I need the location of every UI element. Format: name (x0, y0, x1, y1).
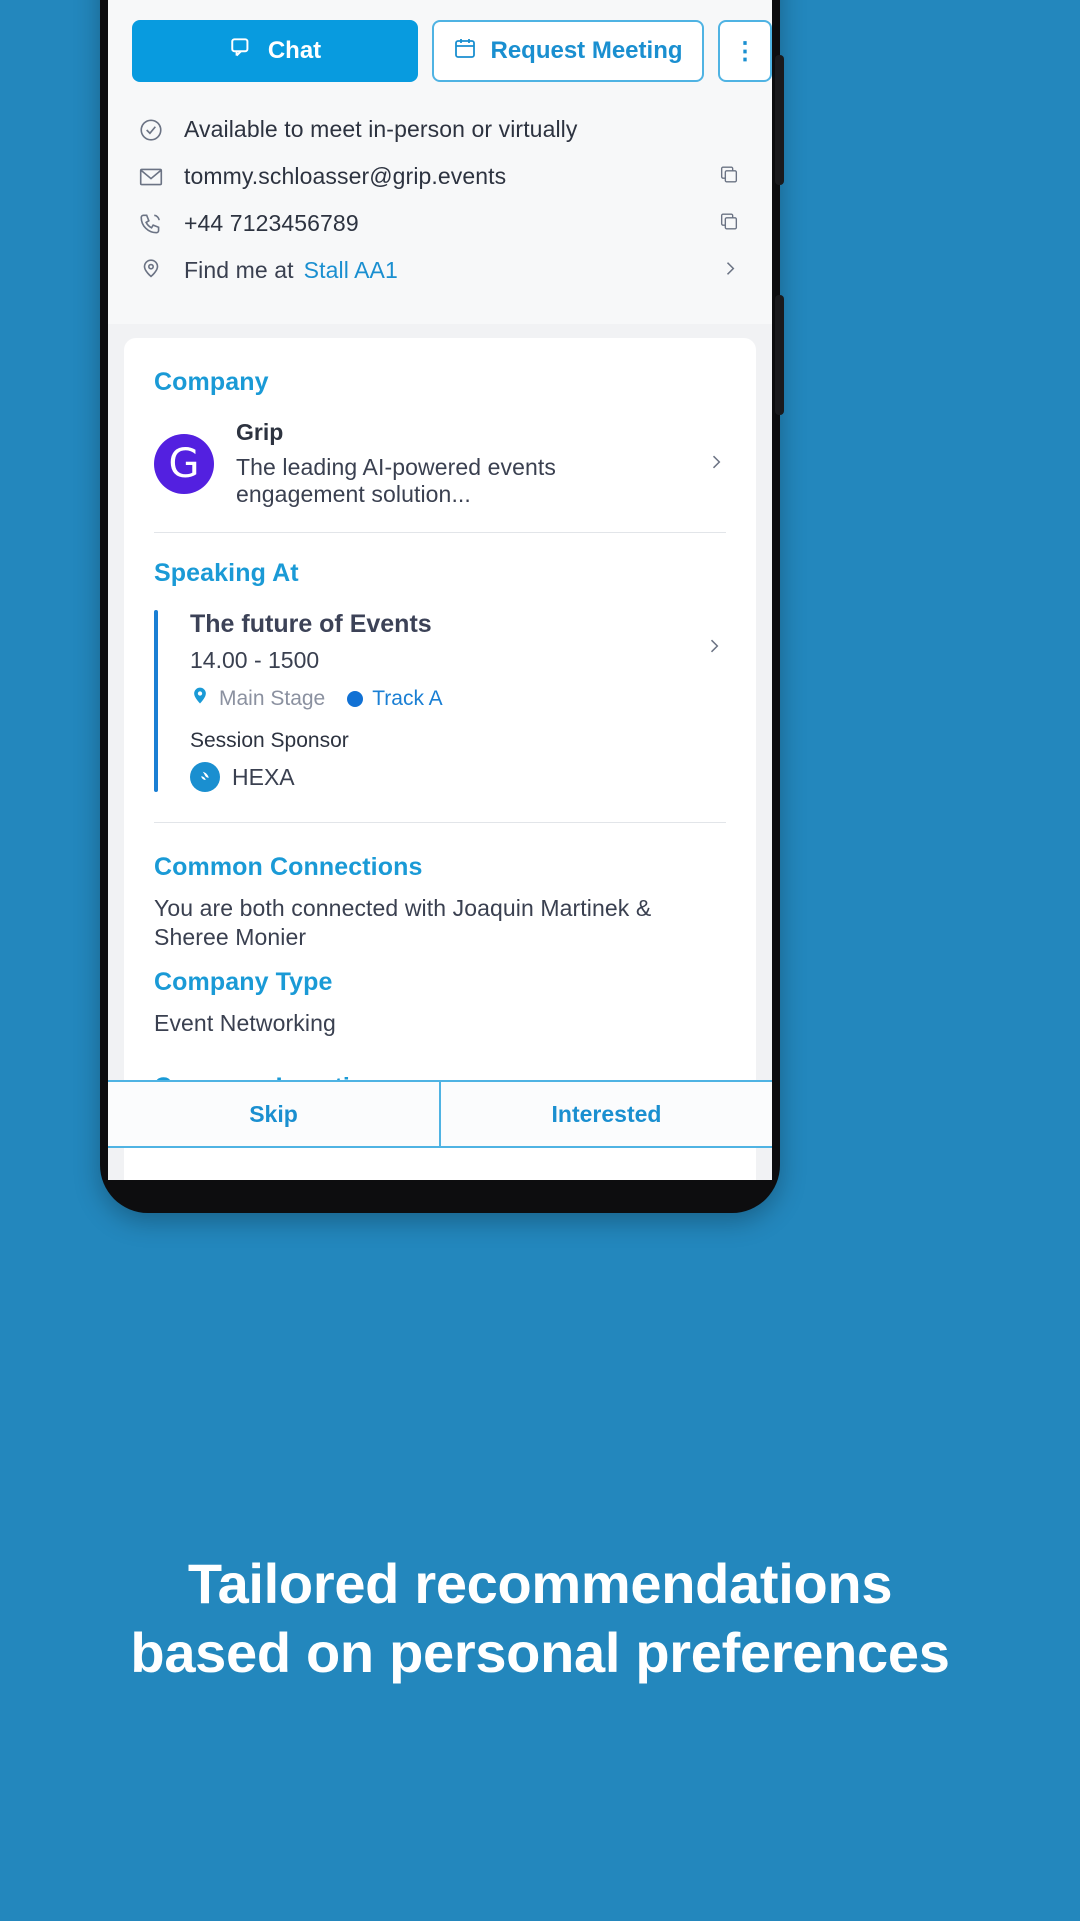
vertical-dots-icon: ⋮ (733, 37, 757, 65)
speaking-section-title: Speaking At (154, 559, 299, 587)
cta-row: Chat Request Meeting ⋮ (108, 0, 772, 82)
common-connections-title: Common Connections (154, 853, 423, 881)
session-location: Main Stage (219, 686, 326, 710)
bottom-action-bar: Skip Interested (108, 1080, 772, 1148)
session-title: The future of Events (190, 610, 432, 638)
divider (154, 532, 726, 533)
chevron-right-icon[interactable] (720, 258, 740, 283)
phone-icon (138, 211, 184, 237)
phone-side-button-lower (775, 295, 784, 415)
linkedin-title: LinkedIn Profile (154, 1179, 726, 1180)
chevron-right-icon[interactable] (706, 448, 726, 479)
company-section-title: Company (154, 368, 269, 396)
track-dot-icon (347, 690, 364, 707)
company-type-title: Company Type (154, 967, 333, 996)
session-time: 14.00 - 1500 (190, 647, 320, 673)
contact-info-list: Available to meet in-person or virtually… (108, 82, 772, 300)
interested-button[interactable]: Interested (441, 1082, 772, 1146)
details-card: Company G Grip The leading AI-powered ev… (124, 338, 756, 1180)
more-options-button[interactable]: ⋮ (718, 20, 772, 82)
location-pin-icon (138, 258, 184, 284)
session-meta: Main Stage Track A (190, 686, 726, 711)
profile-header: Featured Exhibitor Representative Chat (108, 0, 772, 324)
session-sponsor-row[interactable]: HEXA (190, 762, 726, 792)
copy-icon[interactable] (718, 163, 740, 190)
availability-row: Available to meet in-person or virtually (138, 106, 742, 153)
chat-button[interactable]: Chat (132, 20, 418, 82)
grip-logo-icon: G (154, 433, 214, 494)
request-meeting-button[interactable]: Request Meeting (432, 20, 704, 82)
session-sponsor-label: Session Sponsor (190, 729, 349, 752)
session-sponsor-name: HEXA (232, 763, 295, 790)
phone-side-button-upper (775, 55, 784, 185)
skip-button[interactable]: Skip (108, 1082, 439, 1146)
company-row[interactable]: G Grip The leading AI-powered events eng… (154, 397, 726, 532)
find-me-prefix: Find me at (184, 257, 294, 283)
linkedin-field: LinkedIn Profile https://www.linkedin.co… (154, 1179, 726, 1180)
company-type-field: Company Type Event Networking (154, 968, 726, 1038)
find-me-row[interactable]: Find me at Stall AA1 (138, 247, 742, 294)
company-name: Grip (236, 419, 284, 445)
check-circle-icon (138, 117, 184, 143)
chat-button-label: Chat (267, 37, 322, 64)
company-description: The leading AI-powered events engagement… (236, 454, 556, 507)
email-text: tommy.schloasser@grip.events (184, 163, 507, 189)
hexa-logo-icon (190, 762, 220, 792)
phone-row[interactable]: +44 7123456789 (138, 200, 742, 247)
common-connections-field: Common Connections You are both connecte… (154, 853, 726, 952)
grip-logo-letter: G (168, 440, 200, 487)
calendar-icon (453, 36, 477, 67)
phone-screen: Featured Exhibitor Representative Chat (108, 0, 772, 1180)
divider (154, 822, 726, 823)
session-accent-bar (154, 610, 158, 792)
promo-caption: Tailored recommendations based on person… (130, 1552, 950, 1684)
location-pin-filled-icon (190, 686, 210, 711)
chat-bubble-icon (229, 35, 255, 68)
phone-mockup: Featured Exhibitor Representative Chat (100, 0, 784, 1213)
email-row[interactable]: tommy.schloasser@grip.events (138, 153, 742, 200)
phone-text: +44 7123456789 (184, 210, 359, 236)
company-type-value: Event Networking (154, 1009, 336, 1036)
availability-text: Available to meet in-person or virtually (184, 116, 578, 142)
chevron-right-icon[interactable] (704, 632, 724, 663)
promo-screen: Featured Exhibitor Representative Chat (0, 0, 1080, 1921)
session-item[interactable]: The future of Events 14.00 - 1500 Main S… (154, 610, 726, 796)
session-track: Track A (372, 686, 443, 710)
envelope-icon (138, 164, 184, 190)
common-connections-value: You are both connected with Joaquin Mart… (154, 895, 652, 950)
copy-icon[interactable] (718, 210, 740, 237)
request-meeting-label: Request Meeting (490, 37, 683, 64)
stall-link[interactable]: Stall AA1 (304, 257, 398, 284)
